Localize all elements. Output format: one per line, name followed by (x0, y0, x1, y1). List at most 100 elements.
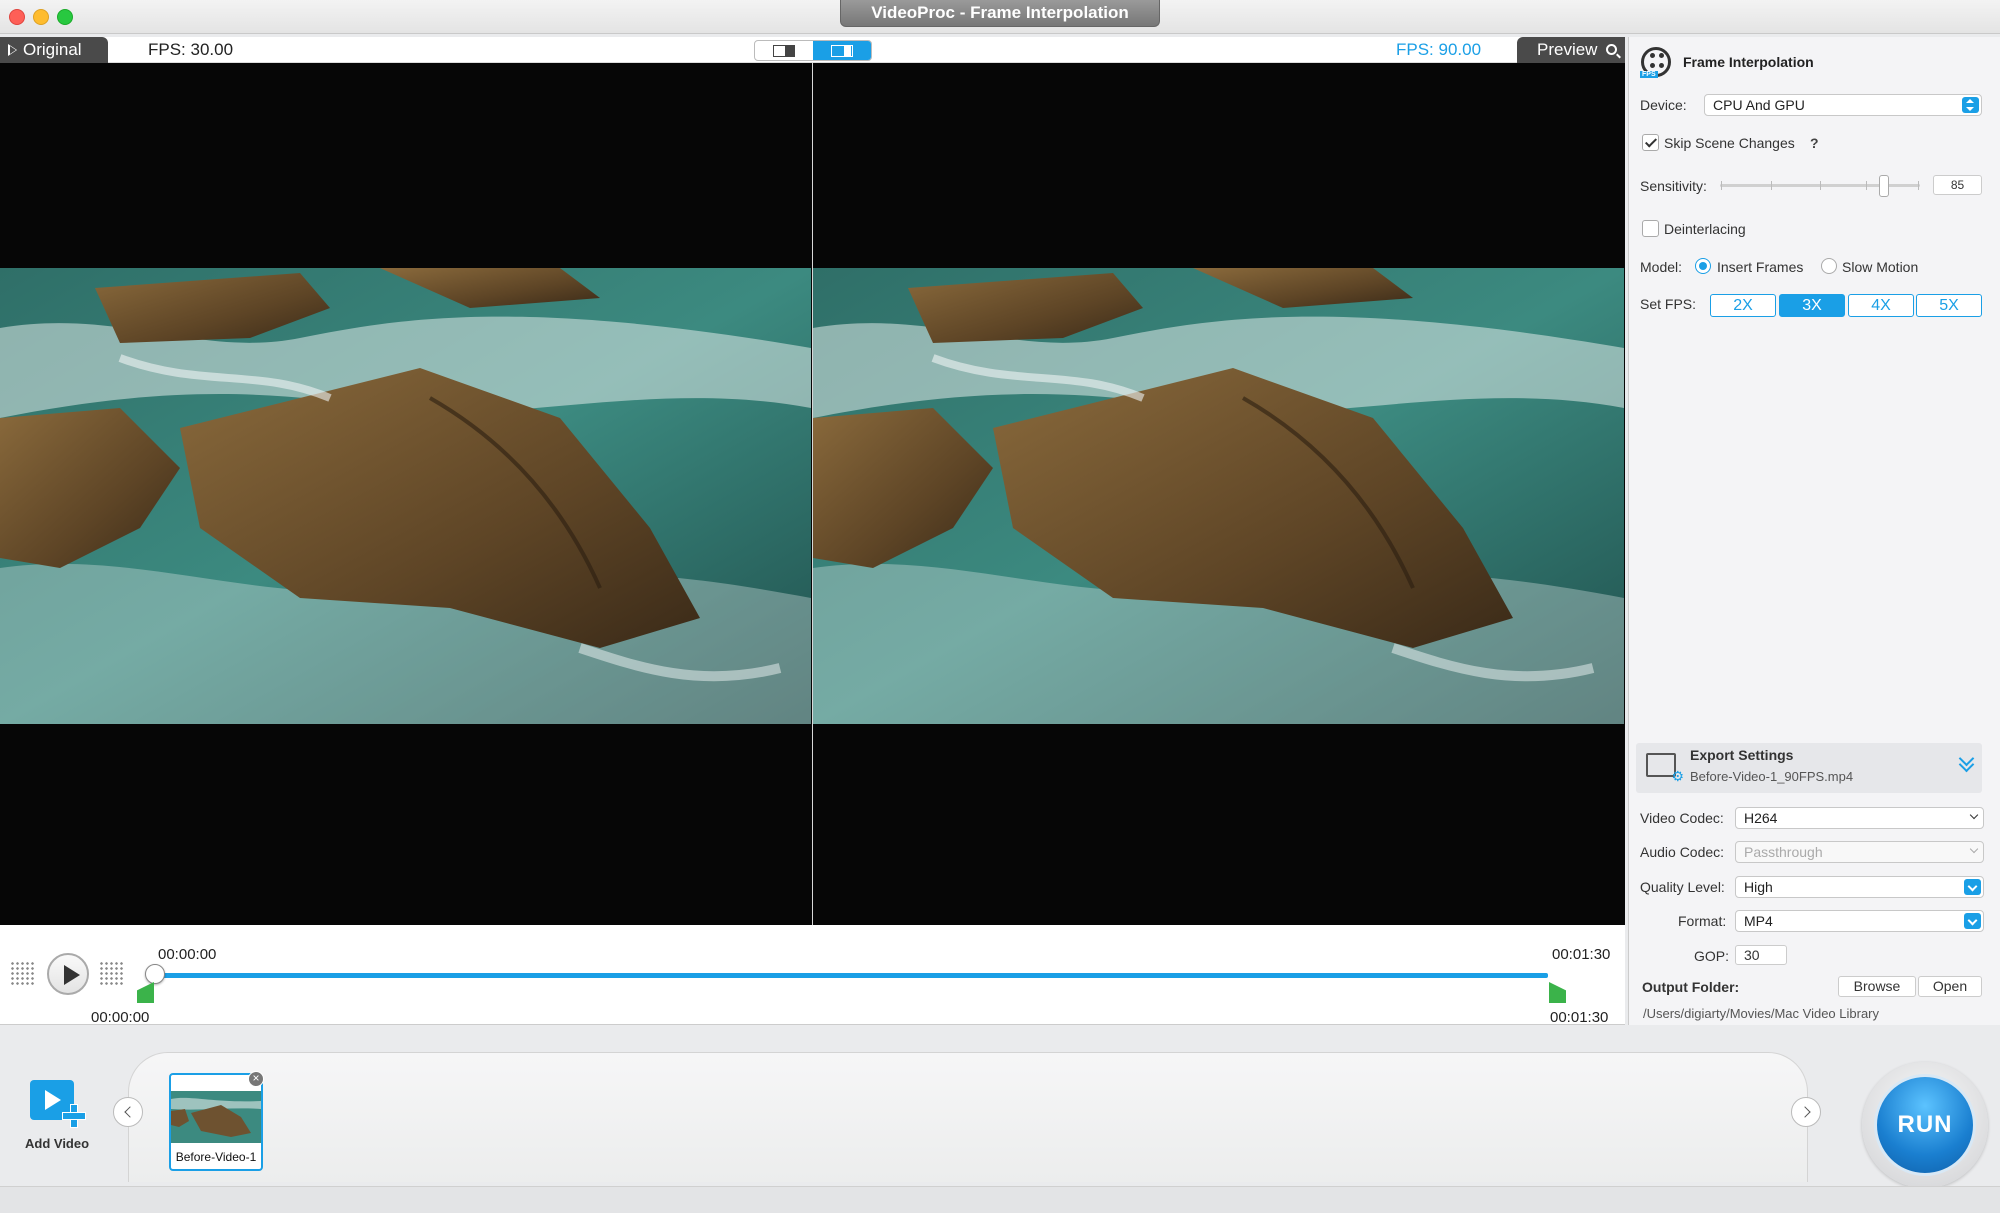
model-label: Model: (1640, 259, 1683, 275)
fps-4x-button[interactable]: 4X (1848, 294, 1914, 317)
output-folder-path: /Users/digiarty/Movies/Mac Video Library (1643, 1006, 1880, 1021)
video-codec-value: H264 (1744, 810, 1778, 826)
export-settings-header[interactable]: Export Settings Before-Video-1_90FPS.mp4 (1636, 743, 1982, 793)
scroll-right-button[interactable] (1791, 1097, 1821, 1127)
slider-tick (1918, 181, 1919, 190)
single-view-button[interactable] (755, 41, 813, 60)
prev-frame-icon[interactable] (10, 961, 36, 987)
run-button[interactable]: RUN (1874, 1074, 1976, 1176)
format-value: MP4 (1744, 913, 1773, 929)
double-chevron-down-icon[interactable] (1958, 753, 1974, 773)
slider-tick (1820, 181, 1821, 190)
model-insert-frames-radio[interactable] (1695, 258, 1711, 274)
open-button[interactable]: Open (1918, 976, 1982, 997)
trim-start-time: 00:00:00 (91, 1009, 150, 1026)
chevron-down-icon (1969, 844, 1979, 854)
chevron-down-icon (1964, 913, 1981, 929)
slider-tick (1866, 181, 1867, 190)
panel-title: Frame Interpolation (1683, 54, 1814, 70)
chevron-down-icon (1969, 810, 1979, 820)
skip-scene-checkbox[interactable] (1642, 134, 1659, 151)
device-select[interactable]: CPU And GPU (1704, 94, 1982, 116)
quality-level-value: High (1744, 879, 1773, 895)
single-view-icon (773, 44, 795, 57)
remove-clip-icon[interactable]: × (248, 1071, 264, 1087)
gop-input[interactable]: 30 (1735, 945, 1787, 965)
view-mode-toggle (754, 40, 872, 61)
quality-level-select[interactable]: High (1735, 876, 1984, 898)
scroll-left-button[interactable] (113, 1097, 143, 1127)
audio-codec-value: Passthrough (1744, 844, 1823, 860)
export-settings-icon (1646, 753, 1684, 785)
fps-badge-icon: FPS (1640, 71, 1658, 78)
preview-header: Original FPS: 30.00 FPS: 90.00 Preview (0, 37, 1625, 63)
preview-tab-label: Preview (1537, 40, 1598, 59)
clip-thumbnail[interactable]: Before-Video-1 (169, 1073, 263, 1171)
quality-level-label: Quality Level: (1640, 879, 1725, 895)
current-time: 00:00:00 (158, 946, 217, 963)
format-select[interactable]: MP4 (1735, 910, 1984, 932)
model-slow-motion-radio[interactable] (1821, 258, 1837, 274)
window-title: VideoProc - Frame Interpolation (840, 0, 1160, 27)
deinterlacing-label: Deinterlacing (1664, 221, 1746, 237)
slider-tick (1721, 181, 1722, 190)
next-frame-icon[interactable] (99, 961, 125, 987)
maximize-window-button[interactable] (57, 9, 73, 25)
sensitivity-slider-knob[interactable] (1879, 175, 1889, 197)
trim-end-time: 00:01:30 (1550, 1009, 1609, 1026)
skip-scene-label: Skip Scene Changes (1664, 135, 1795, 151)
play-button[interactable] (47, 953, 89, 995)
trim-start-handle[interactable] (137, 982, 154, 1003)
fps-3x-button[interactable]: 3X (1779, 294, 1845, 317)
magnifier-icon (1606, 44, 1617, 55)
split-view-button[interactable] (813, 41, 871, 60)
export-settings-title: Export Settings (1690, 747, 1794, 763)
browse-button[interactable]: Browse (1838, 976, 1916, 997)
end-time: 00:01:30 (1552, 946, 1611, 963)
audio-codec-label: Audio Codec: (1640, 844, 1725, 860)
preview-video-frame (813, 268, 1624, 724)
gop-label: GOP: (1694, 948, 1730, 964)
clip-thumbnail-image (171, 1091, 261, 1143)
sensitivity-value[interactable]: 85 (1933, 175, 1982, 195)
timeline-track[interactable] (153, 973, 1548, 978)
audio-codec-select[interactable]: Passthrough (1735, 841, 1984, 863)
help-icon[interactable]: ? (1810, 135, 1819, 151)
original-fps: FPS: 30.00 (148, 40, 234, 59)
add-video-label: Add Video (25, 1136, 90, 1151)
original-tab[interactable]: Original (0, 37, 108, 63)
preview-fps: FPS: 90.00 (1396, 40, 1482, 59)
trim-end-handle[interactable] (1549, 982, 1566, 1003)
fps-2x-button[interactable]: 2X (1710, 294, 1776, 317)
playhead-handle[interactable] (145, 964, 165, 984)
original-video-frame (0, 268, 811, 724)
close-window-button[interactable] (9, 9, 25, 25)
sensitivity-label: Sensitivity: (1640, 178, 1707, 194)
deinterlacing-checkbox[interactable] (1642, 220, 1659, 237)
split-view-icon (831, 44, 853, 57)
panel-header: FPS Frame Interpolation (1640, 47, 1814, 78)
device-label: Device: (1640, 97, 1687, 113)
clip-name: Before-Video-1 (175, 1150, 257, 1164)
model-insert-frames-label: Insert Frames (1717, 259, 1804, 275)
video-codec-label: Video Codec: (1640, 810, 1724, 826)
updown-arrow-icon (1962, 97, 1979, 113)
slider-tick (1771, 181, 1772, 190)
format-label: Format: (1678, 913, 1727, 929)
preview-tab[interactable]: Preview (1517, 37, 1625, 63)
film-reel-icon: FPS (1640, 47, 1671, 78)
export-filename: Before-Video-1_90FPS.mp4 (1690, 769, 1854, 784)
original-tab-label: Original (23, 40, 82, 59)
set-fps-label: Set FPS: (1640, 296, 1697, 312)
title-bar: VideoProc - Frame Interpolation (0, 0, 2000, 34)
clip-shelf (128, 1052, 1808, 1182)
video-codec-select[interactable]: H264 (1735, 807, 1984, 829)
play-triangle-icon (8, 44, 17, 56)
minimize-window-button[interactable] (33, 9, 49, 25)
fps-5x-button[interactable]: 5X (1916, 294, 1982, 317)
model-slow-motion-label: Slow Motion (1842, 259, 1919, 275)
plus-icon (62, 1104, 86, 1128)
chevron-down-icon (1964, 879, 1981, 895)
status-strip (0, 1186, 2000, 1213)
video-preview-area (0, 63, 1625, 925)
